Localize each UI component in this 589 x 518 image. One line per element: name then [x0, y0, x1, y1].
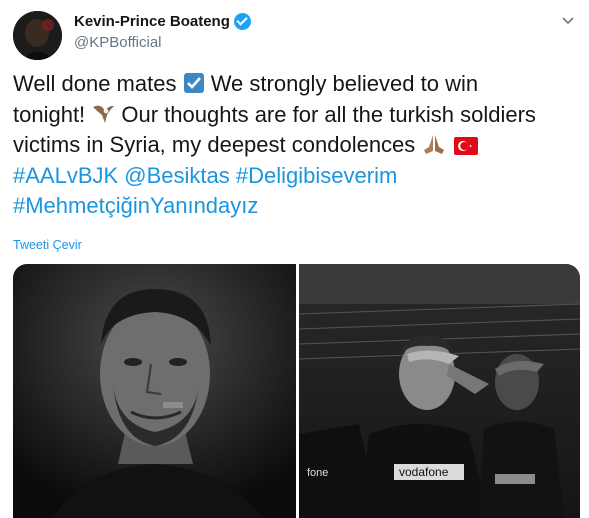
- svg-text:fone: fone: [307, 467, 328, 479]
- author-handle[interactable]: @KPBofficial: [74, 34, 162, 51]
- hashtag-mehmetcik[interactable]: #MehmetçiğinYanındayız: [13, 193, 258, 218]
- photo-player-portrait[interactable]: [13, 264, 296, 518]
- author-name-text: Kevin-Prince Boateng: [74, 13, 230, 30]
- verified-badge-icon: [233, 13, 251, 30]
- hashtag-line-2: #MehmetçiğinYanındayız: [13, 191, 573, 222]
- hashtag-line-1: #AALvBJK @Besiktas #Deligibiseverim: [13, 161, 573, 192]
- author-name[interactable]: Kevin-Prince Boateng: [74, 13, 251, 30]
- folded-hands-emoji-icon: [424, 135, 445, 154]
- hashtag-deligibiseverim[interactable]: #Deligibiseverim: [236, 163, 397, 188]
- sponsor-text: vodafone: [399, 465, 449, 479]
- tweet-line-3: victims in Syria, my deepest condolences: [13, 130, 573, 161]
- mention-besiktas[interactable]: @Besiktas: [124, 163, 229, 188]
- turkey-flag-emoji-icon: [453, 137, 478, 155]
- hashtag-aalvbjk[interactable]: #AALvBJK: [13, 163, 118, 188]
- checkbox-emoji-icon: [183, 73, 204, 93]
- avatar[interactable]: [13, 11, 62, 60]
- translate-tweet-link[interactable]: Tweeti Çevir: [13, 238, 82, 252]
- chevron-down-icon[interactable]: [561, 14, 575, 28]
- photo-players-saluting[interactable]: vodafone fone: [299, 264, 580, 518]
- media-grid: vodafone fone: [13, 264, 580, 518]
- tweet-line-2: tonight! Our thoughts are for all the tu…: [13, 101, 536, 127]
- tweet-text: Well done mates We strongly believed to …: [13, 69, 573, 222]
- tweet-line-1: Well done mates We strongly believed to …: [13, 71, 479, 96]
- eagle-emoji-icon: [93, 105, 115, 123]
